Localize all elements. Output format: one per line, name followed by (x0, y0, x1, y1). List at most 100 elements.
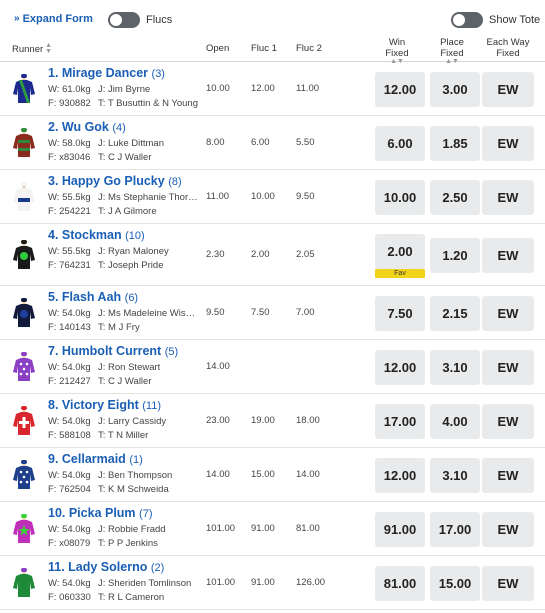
each-way-button[interactable]: EW (482, 237, 534, 273)
double-chevron-down-icon: » (14, 13, 20, 24)
fluc2-odds: 5.50 (296, 137, 315, 148)
each-way-button[interactable]: EW (482, 511, 534, 547)
fluc1-odds: 19.00 (251, 415, 275, 426)
expand-form-button[interactable]: » Expand Form (14, 13, 93, 25)
weight: W: 58.0kg (48, 138, 91, 149)
trainer: T: T Busuttin & N Young (98, 98, 198, 109)
each-way-button[interactable]: EW (482, 295, 534, 331)
fluc1-odds: 15.00 (251, 469, 275, 480)
jockey: J: Larry Cassidy (98, 416, 167, 427)
fluc1-odds: 2.00 (251, 249, 270, 260)
flucs-toggle-group: Flucs (108, 12, 172, 28)
runner-name[interactable]: 4. Stockman (10) (48, 228, 145, 242)
fluc2-odds: 11.00 (296, 83, 320, 94)
runner-name[interactable]: 9. Cellarmaid (1) (48, 452, 143, 466)
runner-name[interactable]: 7. Humbolt Current (5) (48, 344, 178, 358)
jockey-silk-icon (13, 460, 35, 489)
barrier-number: (5) (164, 346, 179, 358)
runner-name-text: 11. Lady Solerno (48, 560, 148, 574)
each-way-fixed-column-header: Each Way Fixed (482, 37, 534, 59)
runner-row: 8. Victory Eight (11) W: 54.0kg J: Larry C… (0, 394, 545, 448)
show-tote-toggle-group: Show Tote (451, 12, 540, 28)
runner-meta-line-1: W: 55.5kg J: Ryan Maloney (48, 245, 198, 258)
each-way-button[interactable]: EW (482, 179, 534, 215)
top-bar: » Expand Form Flucs Show Tote (0, 0, 545, 38)
place-fixed-button[interactable]: 2.50 (430, 179, 480, 215)
barrier-number: (8) (168, 176, 182, 188)
open-odds: 14.00 (206, 361, 230, 372)
open-odds: 9.50 (206, 307, 225, 318)
each-way-button[interactable]: EW (482, 125, 534, 161)
form: F: x83046 (48, 152, 91, 163)
jockey-silk-icon (13, 74, 35, 103)
open-odds: 14.00 (206, 469, 230, 480)
trainer: T: J A Gilmore (98, 206, 157, 217)
win-fixed-button[interactable]: 12.00 (375, 349, 425, 385)
runner-name[interactable]: 8. Victory Eight (11) (48, 398, 161, 412)
open-odds: 2.30 (206, 249, 225, 260)
show-tote-label: Show Tote (489, 14, 541, 26)
place-fixed-button[interactable]: 2.15 (430, 295, 480, 331)
runner-name[interactable]: 11. Lady Solerno (2) (48, 560, 164, 574)
each-way-button[interactable]: EW (482, 457, 534, 493)
show-tote-toggle[interactable] (451, 12, 483, 28)
fluc2-odds: 7.00 (296, 307, 315, 318)
each-way-button[interactable]: EW (482, 565, 534, 601)
win-fixed-column-header[interactable]: Win Fixed ▲▼ (374, 37, 420, 65)
win-fixed-button[interactable]: 12.00 (375, 457, 425, 493)
jockey-silk-icon (13, 298, 35, 327)
jockey: J: Ryan Maloney (98, 246, 169, 257)
open-column-header: Open (206, 43, 230, 54)
form: F: 930882 (48, 98, 91, 109)
flucs-toggle[interactable] (108, 12, 140, 28)
win-fixed-button[interactable]: 12.00 (375, 71, 425, 107)
form: F: 764231 (48, 260, 91, 271)
place-fixed-button[interactable]: 3.00 (430, 71, 480, 107)
runner-meta-line-2: F: 762504 T: K M Schweida (48, 483, 238, 496)
runner-name[interactable]: 10. Picka Plum (7) (48, 506, 153, 520)
win-fixed-button[interactable]: 81.00 (375, 565, 425, 601)
place-fixed-button[interactable]: 1.85 (430, 125, 480, 161)
runner-meta-line-2: F: 588108 T: T N Miller (48, 429, 238, 442)
expand-form-label: Expand Form (22, 13, 93, 25)
win-fixed-button[interactable]: 91.00 (375, 511, 425, 547)
win-fixed-button[interactable]: 7.50 (375, 295, 425, 331)
win-fixed-button[interactable]: 6.00 (375, 125, 425, 161)
runner-column-header[interactable]: Runner ▲ ▼ (12, 42, 52, 55)
place-fixed-button[interactable]: 15.00 (430, 565, 480, 601)
place-fixed-button[interactable]: 3.10 (430, 457, 480, 493)
place-fixed-button[interactable]: 3.10 (430, 349, 480, 385)
runner-name[interactable]: 3. Happy Go Plucky (8) (48, 174, 182, 188)
place-fixed-column-header[interactable]: Place Fixed ▲▼ (429, 37, 475, 65)
fluc1-odds: 12.00 (251, 83, 275, 94)
each-way-button[interactable]: EW (482, 71, 534, 107)
trainer: T: K M Schweida (98, 484, 169, 495)
trainer: T: Joseph Pride (98, 260, 164, 271)
runner-row: 7. Humbolt Current (5) W: 54.0kg J: Ron St… (0, 340, 545, 394)
jockey-silk-icon (13, 128, 35, 157)
flucs-label: Flucs (146, 14, 173, 26)
runner-name[interactable]: 5. Flash Aah (6) (48, 290, 138, 304)
place-fixed-button[interactable]: 17.00 (430, 511, 480, 547)
barrier-number: (6) (124, 292, 139, 304)
win-fixed-button[interactable]: 17.00 (375, 403, 425, 439)
jockey: J: Sheriden Tomlinson (98, 578, 192, 589)
weight: W: 54.0kg (48, 308, 91, 319)
runner-name[interactable]: 2. Wu Gok (4) (48, 120, 126, 134)
ew-header-line2: Fixed (496, 48, 520, 59)
place-fixed-button[interactable]: 1.20 (430, 237, 480, 273)
weight: W: 54.0kg (48, 362, 91, 373)
barrier-number: (7) (139, 508, 153, 520)
weight: W: 54.0kg (48, 470, 91, 481)
place-fixed-button[interactable]: 4.00 (430, 403, 480, 439)
open-odds: 11.00 (206, 191, 230, 202)
runner-row: 5. Flash Aah (6) W: 54.0kg J: Ms Madeleine… (0, 286, 545, 340)
ew-header-line1: Each Way (486, 37, 530, 48)
trainer: T: C J Waller (98, 376, 152, 387)
win-fixed-button[interactable]: 2.00 (375, 233, 425, 269)
win-fixed-button[interactable]: 10.00 (375, 179, 425, 215)
fluc2-odds: 81.00 (296, 523, 320, 534)
each-way-button[interactable]: EW (482, 403, 534, 439)
runner-name[interactable]: 1. Mirage Dancer (3) (48, 66, 165, 80)
each-way-button[interactable]: EW (482, 349, 534, 385)
